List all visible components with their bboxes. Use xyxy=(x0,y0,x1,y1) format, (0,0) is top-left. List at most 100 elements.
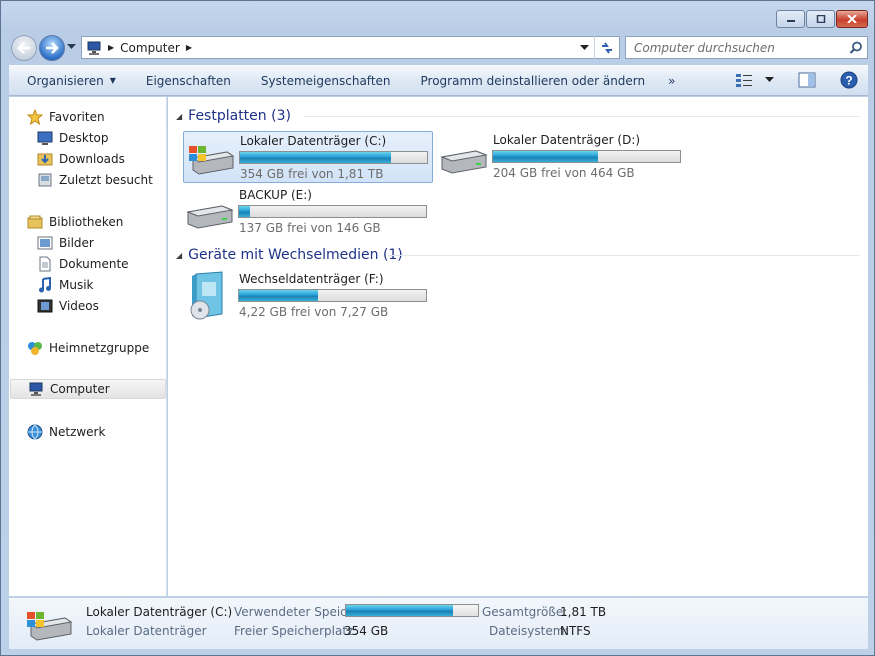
nav-videos-label: Videos xyxy=(59,299,99,313)
nav-desktop[interactable]: Desktop xyxy=(37,128,109,148)
nav-homegroup[interactable]: Heimnetzgruppe xyxy=(27,338,149,358)
refresh-button[interactable] xyxy=(594,36,619,59)
details-fs-value: NTFS xyxy=(560,624,591,638)
nav-documents-label: Dokumente xyxy=(59,257,129,271)
drive-tile-d[interactable]: Lokaler Datenträger (D:) 204 GB frei von… xyxy=(437,131,687,183)
drive-free-space: 137 GB frei von 146 GB xyxy=(239,221,381,235)
drive-tile-c[interactable]: Lokaler Datenträger (C:) 354 GB frei von… xyxy=(183,131,433,183)
details-free-value: 354 GB xyxy=(344,624,389,638)
drive-usage-bar xyxy=(238,289,427,302)
forward-arrow-icon xyxy=(46,42,59,54)
properties-button[interactable]: Eigenschaften xyxy=(131,66,246,95)
nav-network-label: Netzwerk xyxy=(49,425,106,439)
details-total-value: 1,81 TB xyxy=(560,605,607,619)
details-pane: Lokaler Datenträger (C:) Lokaler Datentr… xyxy=(9,597,868,649)
windows-drive-icon xyxy=(27,612,73,641)
details-name: Lokaler Datenträger (C:) xyxy=(86,605,233,619)
drive-usage-fill xyxy=(239,206,251,217)
nav-pictures[interactable]: Bilder xyxy=(37,233,94,253)
drive-name: Lokaler Datenträger (D:) xyxy=(493,133,641,147)
change-view-icon[interactable] xyxy=(735,72,753,88)
search-icon[interactable] xyxy=(849,41,863,55)
address-history-dropdown-icon[interactable] xyxy=(580,45,589,51)
drive-free-space: 4,22 GB frei von 7,27 GB xyxy=(239,305,389,319)
drive-usage-fill xyxy=(239,290,318,301)
breadcrumb-computer[interactable]: Computer xyxy=(120,41,180,55)
nav-favorites-label: Favoriten xyxy=(49,110,105,124)
nav-music[interactable]: Musik xyxy=(37,275,94,295)
close-button[interactable] xyxy=(836,10,868,28)
details-fs-label: Dateisystem: xyxy=(489,624,569,638)
organize-menu-button[interactable]: Organisieren ▼ xyxy=(9,66,131,95)
back-button[interactable] xyxy=(11,35,37,61)
view-options-dropdown-icon[interactable] xyxy=(765,77,774,83)
organize-label: Organisieren xyxy=(27,73,104,88)
nav-network[interactable]: Netzwerk xyxy=(27,422,105,442)
star-icon xyxy=(27,109,43,125)
close-icon xyxy=(847,15,857,23)
nav-music-label: Musik xyxy=(59,278,94,292)
search-box[interactable] xyxy=(625,36,868,59)
group-header-removable[interactable]: ◢ Geräte mit Wechselmedien (1) xyxy=(176,245,860,265)
nav-homegroup-label: Heimnetzgruppe xyxy=(49,341,150,355)
refresh-icon xyxy=(602,41,612,54)
content-pane: ◢ Festplatten (3) Lokaler Datenträger (C… xyxy=(168,97,868,596)
drive-free-space: 204 GB frei von 464 GB xyxy=(493,166,635,180)
details-free-label: Freier Speicherplatz: xyxy=(234,624,358,638)
uninstall-program-button[interactable]: Programm deinstallieren oder ändern xyxy=(406,66,661,95)
recent-places-icon xyxy=(37,172,53,188)
music-icon xyxy=(37,277,53,293)
chevron-down-icon: ▼ xyxy=(109,76,116,85)
details-used-label: Verwendeter Speic... xyxy=(234,605,359,619)
more-commands-button[interactable]: » xyxy=(660,74,683,88)
nav-videos[interactable]: Videos xyxy=(37,296,99,316)
hard-drive-icon xyxy=(440,150,488,174)
nav-computer[interactable]: Computer xyxy=(10,379,166,399)
maximize-button[interactable] xyxy=(806,10,835,28)
details-usage-fill xyxy=(346,605,453,616)
nav-documents[interactable]: Dokumente xyxy=(37,254,129,274)
drive-usage-bar xyxy=(239,151,428,164)
breadcrumb-separator-icon[interactable]: ▶ xyxy=(186,43,192,52)
search-input[interactable] xyxy=(626,37,849,58)
drive-tile-e[interactable]: BACKUP (E:) 137 GB frei von 146 GB xyxy=(183,186,433,238)
nav-downloads[interactable]: Downloads xyxy=(37,149,125,169)
nav-recent-places[interactable]: Zuletzt besucht xyxy=(37,170,153,190)
computer-icon xyxy=(28,381,44,397)
collapse-triangle-icon[interactable]: ◢ xyxy=(176,251,182,260)
nav-desktop-label: Desktop xyxy=(59,131,109,145)
help-icon[interactable]: ? xyxy=(840,71,858,89)
drive-free-space: 354 GB frei von 1,81 TB xyxy=(240,167,384,181)
nav-pictures-label: Bilder xyxy=(59,236,94,250)
properties-label: Eigenschaften xyxy=(145,73,231,88)
details-type: Lokaler Datenträger xyxy=(86,624,207,638)
group-header-hard-drives[interactable]: ◢ Festplatten (3) xyxy=(176,106,860,126)
drive-name: Wechseldatenträger (F:) xyxy=(239,272,384,286)
forward-button[interactable] xyxy=(39,35,65,61)
windows-drive-icon xyxy=(189,146,235,175)
navigation-bar: ▶ Computer ▶ xyxy=(9,34,868,61)
downloads-folder-icon xyxy=(37,151,53,167)
nav-computer-label: Computer xyxy=(50,382,110,396)
minimize-button[interactable] xyxy=(776,10,805,28)
preview-pane-icon[interactable] xyxy=(798,72,816,88)
libraries-icon xyxy=(27,214,43,230)
nav-favorites[interactable]: Favoriten xyxy=(27,107,105,127)
address-bar[interactable]: ▶ Computer ▶ xyxy=(81,36,620,59)
nav-libraries[interactable]: Bibliotheken xyxy=(27,212,123,232)
hard-drive-icon xyxy=(186,205,234,229)
collapse-triangle-icon[interactable]: ◢ xyxy=(176,112,182,121)
computer-icon xyxy=(87,41,101,55)
system-properties-button[interactable]: Systemeigenschaften xyxy=(246,66,406,95)
recent-pages-dropdown-icon[interactable] xyxy=(67,44,76,50)
back-arrow-icon xyxy=(17,42,30,54)
view-controls: ? xyxy=(735,71,858,89)
drive-name: BACKUP (E:) xyxy=(239,188,312,202)
nav-libraries-label: Bibliotheken xyxy=(49,215,124,229)
drive-usage-fill xyxy=(240,152,392,163)
breadcrumb-separator-icon[interactable]: ▶ xyxy=(108,43,114,52)
drive-tile-f[interactable]: Wechseldatenträger (F:) 4,22 GB frei von… xyxy=(183,270,433,322)
drive-usage-bar xyxy=(238,205,427,218)
minimize-icon xyxy=(786,20,795,22)
details-usage-bar xyxy=(345,604,479,617)
